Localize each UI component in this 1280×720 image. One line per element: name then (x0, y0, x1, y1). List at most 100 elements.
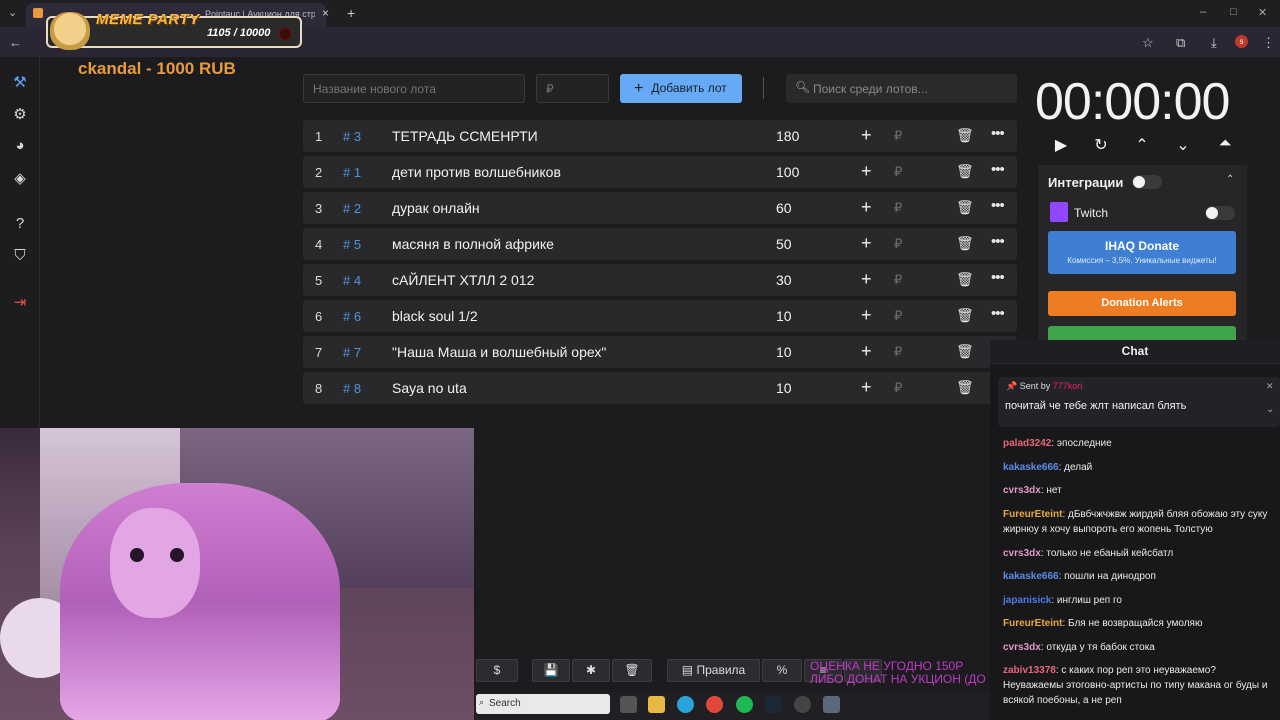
shield-icon[interactable]: ⛉ (11, 247, 29, 264)
lot-name[interactable]: ТЕТРАДЬ ССМЕНРТИ (392, 128, 538, 144)
bookmark-star-icon[interactable]: ☆ (1142, 35, 1154, 51)
collapse-chevron-icon[interactable]: ⌃ (1226, 174, 1234, 185)
lot-name[interactable]: дети против волшебников (392, 164, 561, 180)
pie-chart-icon[interactable]: ◕ (11, 137, 29, 154)
add-amount-icon[interactable]: + (861, 161, 872, 182)
lot-row[interactable]: 4 # 5 масяня в полной африке 50 + ₽ 🗑 ••• (303, 228, 1017, 260)
add-lot-button[interactable]: + Добавить лот (620, 74, 742, 103)
decrease-time-icon[interactable]: ⌄ (1173, 135, 1193, 155)
telegram-icon[interactable] (677, 696, 694, 713)
settings-icon[interactable] (823, 696, 840, 713)
lot-row[interactable]: 6 # 6 black soul 1/2 10 + ₽ 🗑 ••• (303, 300, 1017, 332)
maximize-icon[interactable]: □ (1230, 6, 1237, 18)
rub-input[interactable]: ₽ (894, 380, 902, 396)
auction-icon[interactable]: ⚒ (11, 73, 29, 91)
rub-input[interactable]: ₽ (894, 128, 902, 144)
chat-username[interactable]: kakaske666 (1003, 462, 1059, 473)
rub-input[interactable]: ₽ (894, 200, 902, 216)
increase-time-icon[interactable]: ⌃ (1132, 135, 1152, 155)
delete-icon[interactable]: 🗑 (956, 271, 974, 288)
chat-username[interactable]: cvrs3dx (1003, 548, 1041, 559)
rules-button[interactable]: ▤ Правила (667, 659, 760, 682)
chat-username[interactable]: cvrs3dx (1003, 642, 1041, 653)
chat-username[interactable]: palad3242 (1003, 438, 1051, 449)
lot-name[interactable]: масяня в полной африке (392, 236, 554, 252)
layers-icon[interactable]: ◈ (11, 169, 29, 187)
lot-name-input[interactable] (303, 74, 525, 103)
more-icon[interactable]: ••• (991, 161, 1005, 178)
add-amount-icon[interactable]: + (861, 341, 872, 362)
delete-icon[interactable]: 🗑 (956, 343, 974, 360)
help-icon[interactable]: ? (11, 215, 29, 232)
more-icon[interactable]: ••• (991, 269, 1005, 286)
lot-amount-input[interactable] (536, 74, 609, 103)
save-icon[interactable]: 💾 (532, 659, 570, 682)
window-close-icon[interactable]: ✕ (1258, 6, 1267, 19)
rub-input[interactable]: ₽ (894, 236, 902, 252)
delete-icon[interactable]: 🗑 (956, 127, 974, 144)
add-amount-icon[interactable]: + (861, 197, 872, 218)
chat-username[interactable]: cvrs3dx (1003, 485, 1041, 496)
lot-row[interactable]: 8 # 8 Saya no uta 10 + ₽ 🗑 (303, 372, 1017, 404)
play-icon[interactable]: ▶ (1051, 135, 1071, 155)
lot-row[interactable]: 2 # 1 дети против волшебников 100 + ₽ 🗑 ••• (303, 156, 1017, 188)
bug-icon[interactable]: ✱ (572, 659, 610, 682)
delete-icon[interactable]: 🗑 (956, 307, 974, 324)
extensions-icon[interactable]: ⧉ (1176, 35, 1185, 51)
chat-username[interactable]: japanisick (1003, 595, 1051, 606)
minimize-icon[interactable]: – (1200, 6, 1206, 18)
dollar-button[interactable]: $ (476, 659, 518, 682)
double-up-icon[interactable]: ⏶ (1215, 135, 1235, 153)
rub-input[interactable]: ₽ (894, 344, 902, 360)
trash-list-icon[interactable]: 🗑 (612, 659, 652, 682)
twitch-toggle[interactable] (1205, 206, 1235, 220)
unpin-icon[interactable]: ✕ (1266, 381, 1274, 392)
ihaq-donate-button[interactable]: IHAQ Donate Комиссия – 3,5%. Уникальные … (1048, 231, 1236, 274)
gear-icon[interactable]: ⚙ (11, 105, 29, 123)
more-icon[interactable]: ••• (991, 233, 1005, 250)
tab-close-icon[interactable]: × (322, 6, 329, 20)
add-amount-icon[interactable]: + (861, 233, 872, 254)
browser-menu-icon[interactable]: ⋮ (1262, 35, 1275, 51)
lot-row[interactable]: 1 # 3 ТЕТРАДЬ ССМЕНРТИ 180 + ₽ 🗑 ••• (303, 120, 1017, 152)
rub-input[interactable]: ₽ (894, 164, 902, 180)
delete-icon[interactable]: 🗑 (956, 235, 974, 252)
obs-icon[interactable] (794, 696, 811, 713)
logout-icon[interactable]: ⇥ (11, 293, 29, 311)
add-amount-icon[interactable]: + (861, 305, 872, 326)
more-icon[interactable]: ••• (991, 305, 1005, 322)
delete-icon[interactable]: 🗑 (956, 379, 974, 396)
steam-icon[interactable] (765, 696, 782, 713)
lot-name[interactable]: дурак онлайн (392, 200, 480, 216)
donation-alerts-button[interactable]: Donation Alerts (1048, 291, 1236, 316)
task-view-icon[interactable] (620, 696, 637, 713)
add-amount-icon[interactable]: + (861, 269, 872, 290)
chat-username[interactable]: kakaske666 (1003, 571, 1059, 582)
profile-avatar[interactable]: s (1235, 35, 1248, 48)
percent-button[interactable]: % (762, 659, 802, 682)
rub-input[interactable]: ₽ (894, 308, 902, 324)
expand-chevron-icon[interactable]: ⌄ (1266, 404, 1274, 415)
file-explorer-icon[interactable] (648, 696, 665, 713)
lot-name[interactable]: сАЙЛЕНТ ХТЛЛ 2 012 (392, 272, 534, 288)
reset-icon[interactable]: ↻ (1091, 135, 1111, 155)
chat-username[interactable]: FureurEteint (1003, 618, 1062, 629)
more-icon[interactable]: ••• (991, 197, 1005, 214)
add-amount-icon[interactable]: + (861, 125, 872, 146)
chrome-icon[interactable] (706, 696, 723, 713)
spotify-icon[interactable] (736, 696, 753, 713)
lot-row[interactable]: 7 # 7 "Наша Маша и волшебный орех" 10 + ₽ 🗑 (303, 336, 1017, 368)
new-tab-icon[interactable]: + (347, 5, 355, 21)
download-icon[interactable]: ⤓ (1211, 35, 1217, 51)
lot-name[interactable]: black soul 1/2 (392, 308, 478, 324)
chat-username[interactable]: zabiv13378 (1003, 665, 1056, 676)
more-icon[interactable]: ••• (991, 125, 1005, 142)
integrations-toggle[interactable] (1132, 175, 1162, 189)
rub-input[interactable]: ₽ (894, 272, 902, 288)
tab-search-icon[interactable]: ⌄ (8, 6, 17, 19)
back-icon[interactable]: ← (9, 35, 22, 50)
delete-icon[interactable]: 🗑 (956, 163, 974, 180)
delete-icon[interactable]: 🗑 (956, 199, 974, 216)
lot-name[interactable]: Saya no uta (392, 380, 467, 396)
chat-username[interactable]: FureurEteint (1003, 509, 1062, 520)
